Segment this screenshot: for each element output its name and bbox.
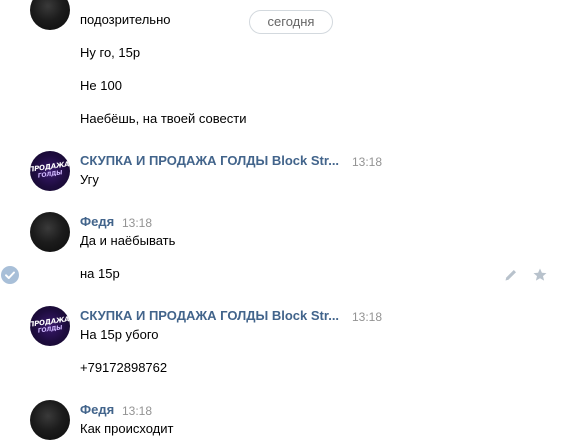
message-text: Ну го, 15р	[80, 45, 141, 60]
avatar-fedya[interactable]	[30, 400, 70, 440]
avatar-shop[interactable]: ПРОДАЖА ГОЛДЫ	[30, 151, 70, 191]
pencil-icon[interactable]	[503, 267, 519, 283]
check-circle-icon[interactable]	[1, 266, 19, 284]
message-author-link[interactable]: Федя	[80, 214, 114, 229]
message-time[interactable]: 13:18	[352, 310, 382, 324]
message-text: Как происходит	[80, 421, 174, 436]
message-time[interactable]: 13:18	[352, 155, 382, 169]
shop-logo: ПРОДАЖА ГОЛДЫ	[30, 315, 70, 335]
star-icon[interactable]	[532, 267, 548, 283]
avatar-fedya-top[interactable]	[30, 0, 70, 30]
message-text: Угу	[80, 172, 99, 187]
message-text: Да и наёбывать	[80, 233, 176, 248]
date-separator: сегодня	[249, 10, 333, 34]
message-text: на 15р	[80, 266, 120, 281]
message-text: +79172898762	[80, 360, 168, 375]
message-time[interactable]: 13:18	[122, 404, 152, 418]
message-author-link[interactable]: СКУПКА И ПРОДАЖА ГОЛДЫ Block Str...	[80, 153, 339, 168]
message-text: На 15р убого	[80, 327, 159, 342]
message-time[interactable]: 13:18	[122, 216, 152, 230]
message-author-link[interactable]: СКУПКА И ПРОДАЖА ГОЛДЫ Block Str...	[80, 308, 339, 323]
shop-logo: ПРОДАЖА ГОЛДЫ	[30, 160, 70, 180]
message-text: Наебёшь, на твоей совести	[80, 111, 247, 126]
avatar-shop[interactable]: ПРОДАЖА ГОЛДЫ	[30, 306, 70, 346]
message-text: Не 100	[80, 78, 122, 93]
message-text: подозрительно	[80, 12, 171, 27]
message-author-link[interactable]: Федя	[80, 402, 114, 417]
avatar-fedya[interactable]	[30, 212, 70, 252]
